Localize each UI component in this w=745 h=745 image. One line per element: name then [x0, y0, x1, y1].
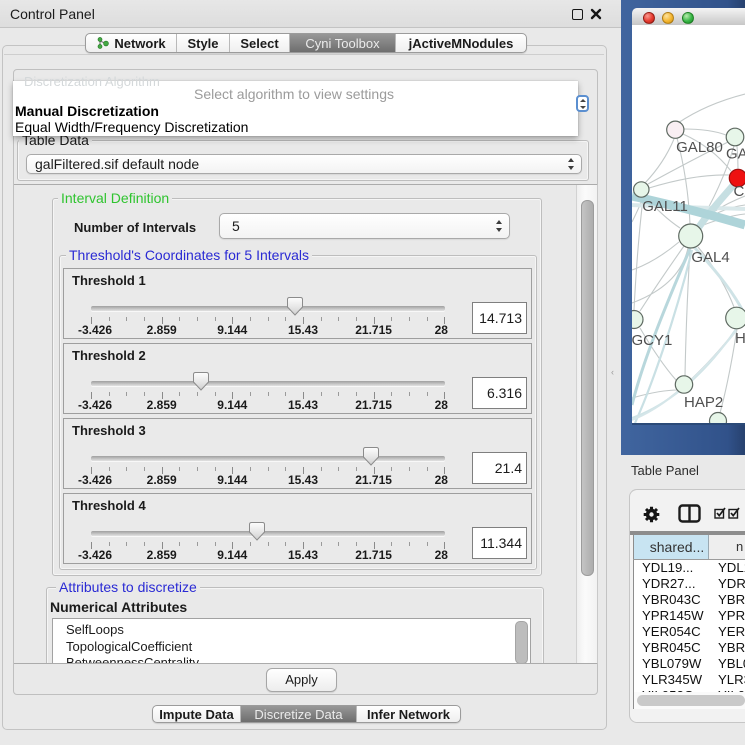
svg-text:H: H [735, 330, 745, 347]
svg-text:GAL80: GAL80 [676, 139, 723, 156]
svg-text:GA: GA [726, 146, 745, 163]
svg-text:GAL4: GAL4 [691, 249, 729, 266]
svg-text:GAL11: GAL11 [642, 198, 688, 215]
svg-text:HAP2: HAP2 [684, 394, 723, 411]
svg-text:GCY1: GCY1 [632, 332, 672, 349]
svg-text:C: C [734, 183, 745, 200]
